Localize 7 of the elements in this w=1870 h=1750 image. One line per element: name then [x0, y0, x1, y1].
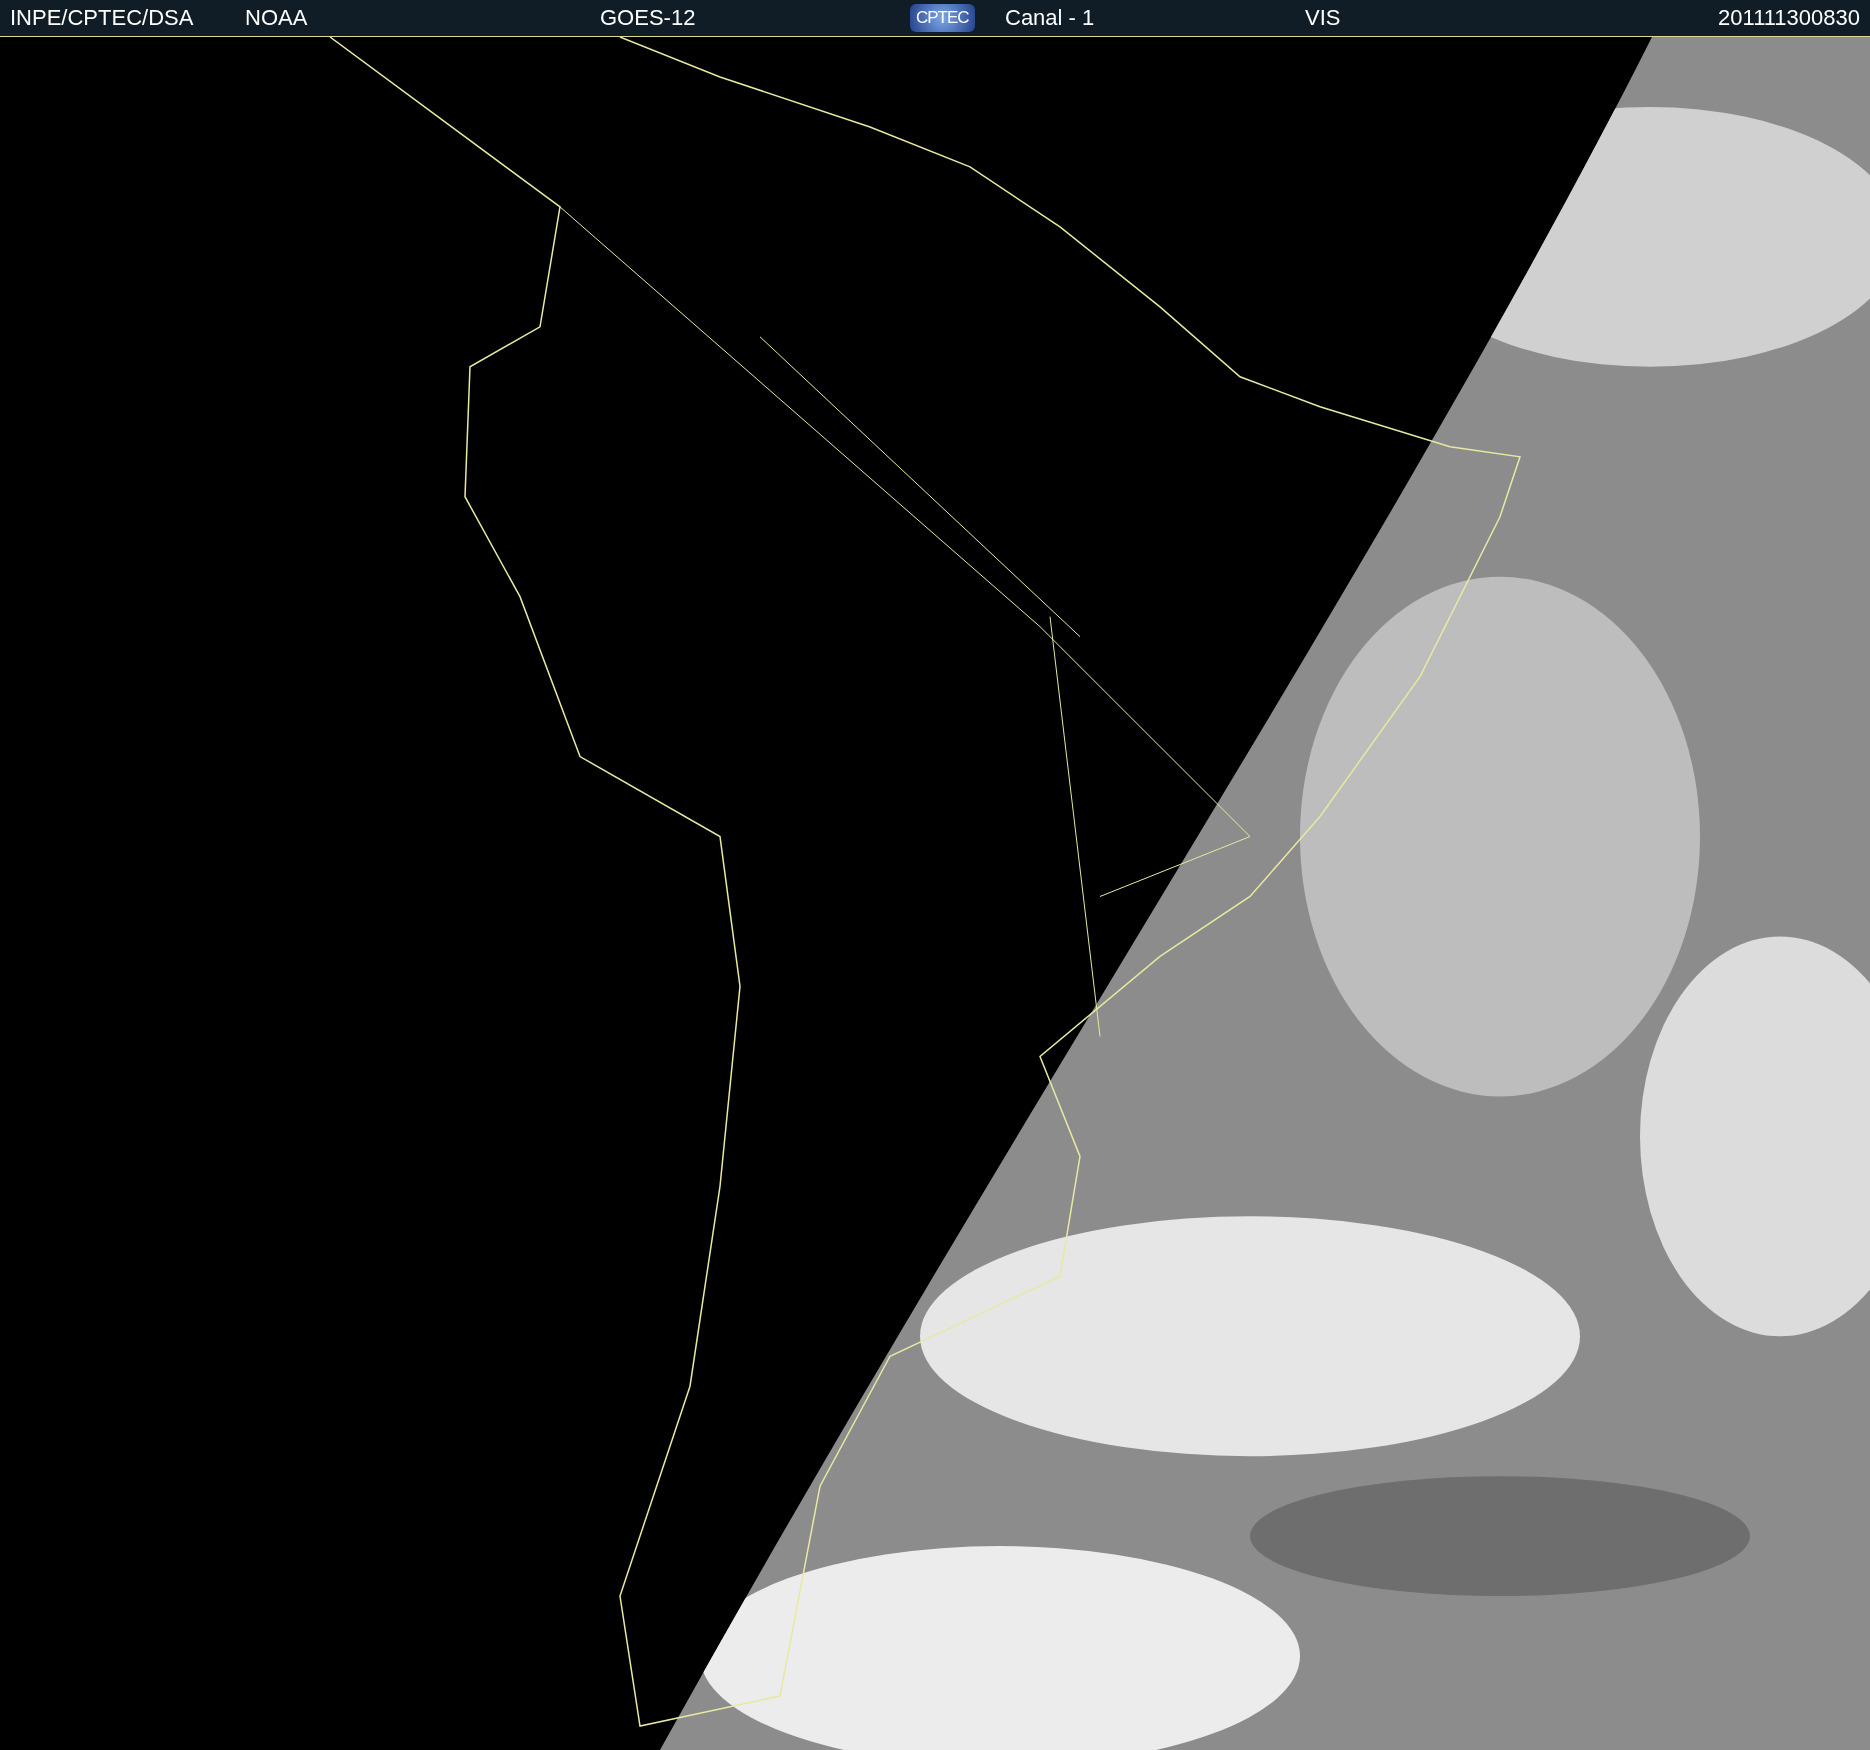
- header-label: NOAA: [245, 5, 308, 31]
- logo: CPTEC: [910, 4, 975, 32]
- header-label: INPE/CPTEC/DSA: [10, 5, 194, 31]
- header-label: GOES-12: [600, 5, 696, 31]
- header-label: Canal - 1: [1005, 5, 1095, 31]
- header-label: 201111300830: [1718, 5, 1860, 31]
- header-label: VIS: [1305, 5, 1341, 31]
